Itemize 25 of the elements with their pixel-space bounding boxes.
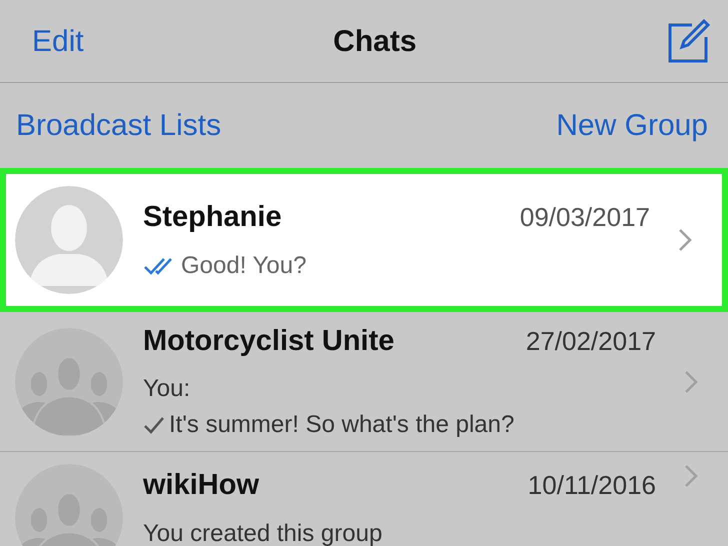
chat-row[interactable]: Stephanie 09/03/2017 Good! You? (0, 168, 728, 312)
compose-icon[interactable] (666, 19, 710, 63)
chat-date: 10/11/2016 (528, 469, 656, 502)
group-avatar-icon (15, 464, 123, 546)
action-link[interactable]: Broadcast Lists (16, 103, 222, 148)
check-icon (143, 415, 165, 436)
message-preview: You created this group (143, 518, 382, 546)
chevron-icon (684, 370, 698, 394)
message-preview: Good! You? (181, 250, 306, 281)
action-link[interactable]: New Group (556, 103, 708, 148)
message-preview: You: (143, 374, 190, 404)
chat-date: 27/02/2017 (526, 324, 656, 358)
contact-name: Motorcyclist Unite (143, 324, 394, 359)
chat-date: 09/03/2017 (520, 201, 650, 234)
screen-title: Chats (333, 24, 417, 60)
avatar-icon (15, 186, 123, 294)
chat-row[interactable]: Motorcyclist Unite 27/02/2017 You: It's summer! So what's the plan? (0, 312, 728, 452)
contact-name: Stephanie (143, 200, 282, 236)
chevron-icon (684, 464, 698, 488)
chat-row[interactable]: wikiHow 10/11/2016 You created this group (0, 452, 728, 544)
chevron-icon (678, 228, 692, 252)
contact-name: wikiHow (143, 468, 260, 503)
group-avatar-icon (15, 328, 123, 436)
message-preview: It's summer! So what's the plan? (169, 410, 514, 440)
edit-link[interactable]: Edit (32, 18, 84, 64)
